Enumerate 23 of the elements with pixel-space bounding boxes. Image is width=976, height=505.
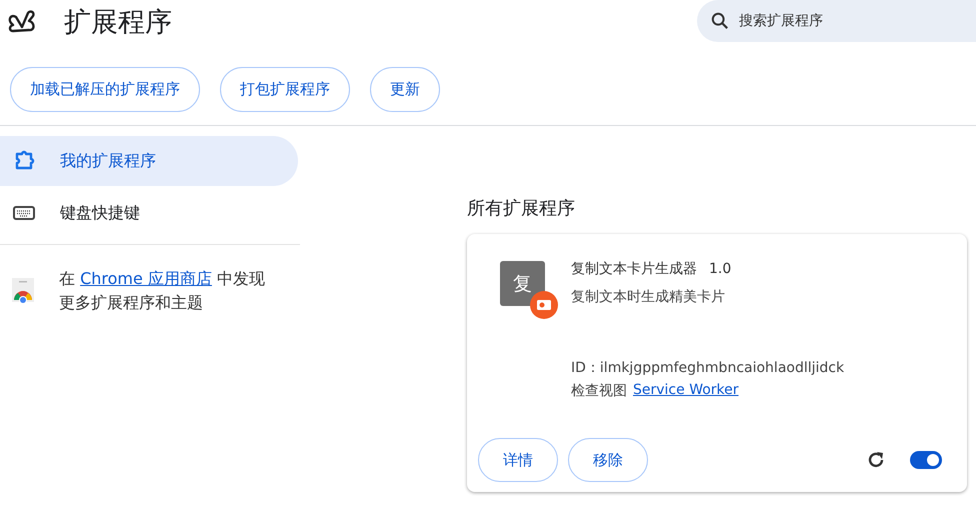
toolbar-button[interactable]: 更新 bbox=[370, 67, 440, 112]
store-promo-text: 在 Chrome 应用商店 中发现更多扩展程序和主题 bbox=[59, 268, 266, 314]
service-worker-link[interactable]: Service Worker bbox=[633, 382, 739, 400]
inspect-label: 检查视图 bbox=[571, 382, 627, 400]
section-heading: 所有扩展程序 bbox=[467, 197, 576, 220]
sidebar-item[interactable]: 我的扩展程序 bbox=[0, 136, 298, 186]
details-button[interactable]: 详情 bbox=[478, 438, 558, 482]
toolbar-button[interactable]: 打包扩展程序 bbox=[220, 67, 350, 112]
extension-name: 复制文本卡片生成器 bbox=[571, 260, 697, 278]
camera-badge-icon bbox=[530, 291, 558, 319]
extension-version: 1.0 bbox=[709, 261, 732, 277]
remove-button[interactable]: 移除 bbox=[568, 438, 648, 482]
search-field[interactable]: 搜索扩展程序 bbox=[697, 0, 976, 42]
sidebar-item[interactable]: 键盘快捷键 bbox=[0, 188, 298, 238]
store-link[interactable]: Chrome 应用商店 bbox=[80, 269, 212, 288]
toolbar-button[interactable]: 加载已解压的扩展程序 bbox=[10, 67, 200, 112]
page-title: 扩展程序 bbox=[64, 6, 172, 40]
extension-description: 复制文本时生成精美卡片 bbox=[571, 288, 726, 306]
enable-toggle[interactable] bbox=[910, 451, 942, 469]
reload-icon[interactable] bbox=[866, 450, 886, 470]
extension-id: ID：ilmkjgppmfeghmbncaiohlaodlljidck bbox=[571, 359, 844, 377]
logo-icon bbox=[7, 9, 37, 35]
chrome-store-icon bbox=[11, 278, 35, 304]
